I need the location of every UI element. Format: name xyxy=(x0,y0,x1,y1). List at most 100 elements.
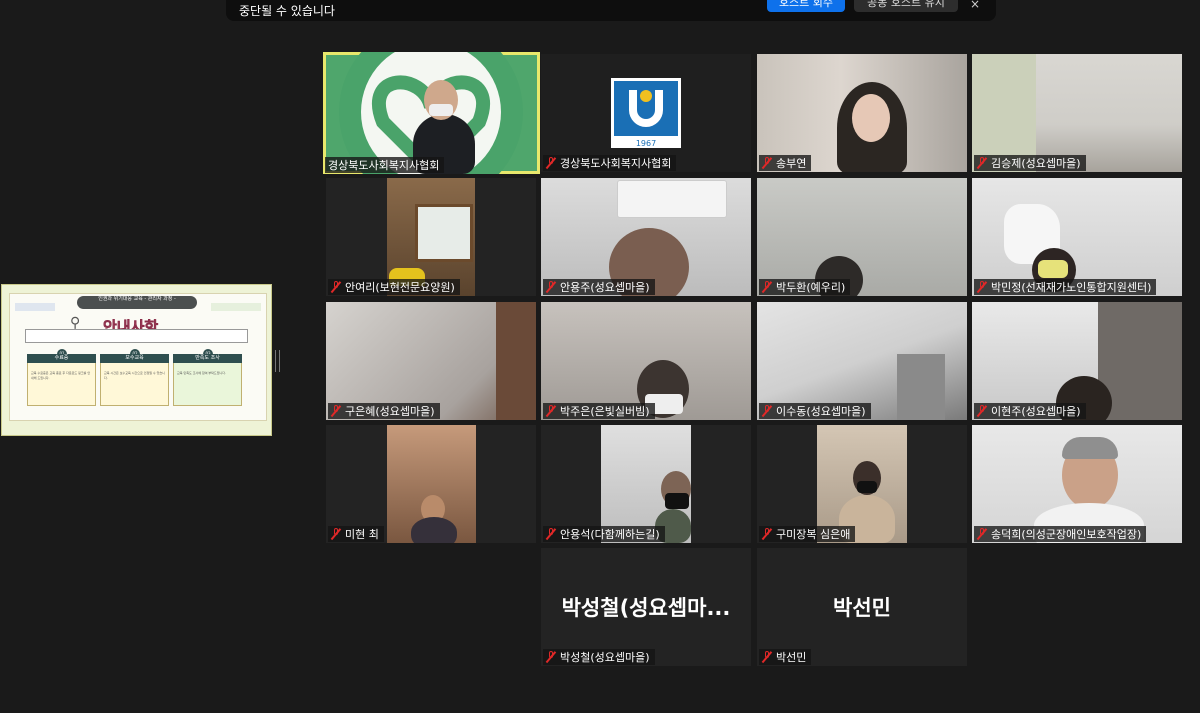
video-tile[interactable]: 송부연 xyxy=(757,54,967,172)
participant-name-label: 김승제(성요셉마을) xyxy=(974,155,1086,171)
video-tile[interactable]: 1967 경상북도사회복지사협회 xyxy=(541,54,751,172)
participant-name: 김승제(성요셉마을) xyxy=(991,157,1081,170)
muted-mic-icon xyxy=(762,405,772,417)
slide-header: 인권과 위기대응 교육 - 관리자 과정 - xyxy=(77,296,197,309)
participant-name-label: 구미장복 심은애 xyxy=(759,526,856,542)
notification-bar: 중단될 수 있습니다 호스트 회수 공동 호스트 유지 × xyxy=(226,0,996,21)
participant-name: 구미장복 심은애 xyxy=(776,528,851,541)
participant-name-label: 안용주(성요셉마을) xyxy=(543,279,655,295)
participant-display-name: 박선민 xyxy=(833,596,891,620)
resize-handle[interactable] xyxy=(275,350,280,372)
slide-banner xyxy=(25,329,248,343)
face-mask xyxy=(429,104,453,116)
participant-name: 구은혜(성요셉마을) xyxy=(345,405,435,418)
door-frame xyxy=(496,302,536,420)
muted-mic-icon xyxy=(762,157,772,169)
info-card-body: 교육 만족도 조사에 참여 부탁드립니다. xyxy=(177,371,226,375)
video-tile[interactable]: 김승제(성요셉마을) xyxy=(972,54,1182,172)
participant-hair xyxy=(1062,437,1118,459)
participant-name: 이수동(성요셉마을) xyxy=(776,405,866,418)
participant-name: 박주은(은빛실버빔) xyxy=(560,405,650,418)
participant-name: 박성철(성요셉마을) xyxy=(560,651,650,664)
video-tile[interactable]: 이수동(성요셉마을) xyxy=(757,302,967,420)
gyeongbuk-logo xyxy=(15,303,55,311)
muted-mic-icon xyxy=(977,528,987,540)
association-logo xyxy=(211,303,261,311)
participant-name: 경상북도사회복지사협회 xyxy=(560,157,672,170)
participant-name-label: 안용석(다함께하는길) xyxy=(543,526,665,542)
participant-display-name: 박성철(성요셉마... xyxy=(561,596,731,620)
association-emblem-icon: 1967 xyxy=(611,78,681,148)
info-card: 만족도 조사 교육 만족도 조사에 참여 부탁드립니다. xyxy=(173,354,242,406)
muted-mic-icon xyxy=(762,281,772,293)
emblem-year: 1967 xyxy=(636,139,656,148)
cabinet xyxy=(897,354,945,420)
participant-name: 미현 최 xyxy=(345,528,379,541)
info-card-title: 만족도 조사 xyxy=(173,354,242,363)
muted-mic-icon xyxy=(977,281,987,293)
participant-name-label: 박민정(선재재가노인통합지원센터) xyxy=(974,279,1157,295)
participant-name: 경상북도사회복지사협회 xyxy=(328,159,440,172)
video-tile[interactable]: 송덕희(의성군장애인보호작업장) xyxy=(972,425,1182,543)
participant-name: 송덕희(의성군장애인보호작업장) xyxy=(991,528,1142,541)
muted-mic-icon xyxy=(331,528,341,540)
participant-name: 박두환(예우리) xyxy=(776,281,846,294)
muted-mic-icon xyxy=(546,651,556,663)
participant-name: 이현주(성요셉마을) xyxy=(991,405,1081,418)
muted-mic-icon xyxy=(977,405,987,417)
muted-mic-icon xyxy=(546,157,556,169)
participant-name-label: 이수동(성요셉마을) xyxy=(759,403,871,419)
participant-name-label: 송덕희(의성군장애인보호작업장) xyxy=(974,526,1147,542)
close-icon[interactable]: × xyxy=(970,0,980,11)
participant-name-label: 미현 최 xyxy=(328,526,384,542)
video-tile[interactable]: 박두환(예우리) xyxy=(757,178,967,296)
video-tile[interactable]: 구미장복 심은애 xyxy=(757,425,967,543)
video-tile[interactable]: 박민정(선재재가노인통합지원센터) xyxy=(972,178,1182,296)
info-card-body: 교육 시간은 보수교육 시간으로 인정될 수 있습니다. xyxy=(104,371,165,380)
participant-name-label: 박성철(성요셉마을) xyxy=(543,649,655,665)
participant-name: 안용주(성요셉마을) xyxy=(560,281,650,294)
video-tile[interactable]: 안용석(다함께하는길) xyxy=(541,425,751,543)
air-conditioner xyxy=(617,180,727,218)
video-tile[interactable]: 구은혜(성요셉마을) xyxy=(326,302,536,420)
info-card: 보수교육 교육 시간은 보수교육 시간으로 인정될 수 있습니다. xyxy=(100,354,169,406)
info-card-title: 수료증 xyxy=(27,354,96,363)
participant-name-label: 박주은(은빛실버빔) xyxy=(543,403,655,419)
participant-name: 안용석(다함께하는길) xyxy=(560,528,660,541)
shared-screen-thumbnail[interactable]: 인권과 위기대응 교육 - 관리자 과정 - ⚲ 안내사항 01 02 03 수… xyxy=(1,284,272,436)
video-tile[interactable]: 안용주(성요셉마을) xyxy=(541,178,751,296)
participant-name-label: 박두환(예우리) xyxy=(759,279,851,295)
info-card-body: 교육 수료증은 교육 종료 후 다운로드 링크를 안내해 드립니다. xyxy=(31,371,91,380)
info-card-title: 보수교육 xyxy=(100,354,169,363)
info-card: 수료증 교육 수료증은 교육 종료 후 다운로드 링크를 안내해 드립니다. xyxy=(27,354,96,406)
notification-message: 중단될 수 있습니다 xyxy=(239,4,335,18)
video-tile[interactable]: 경상북도사회복지사협회 xyxy=(323,52,540,174)
muted-mic-icon xyxy=(546,405,556,417)
participant-name-label: 안여리(보현전문요양원) xyxy=(328,279,460,295)
video-tile[interactable]: 미현 최 xyxy=(326,425,536,543)
video-tile[interactable]: 이현주(성요셉마을) xyxy=(972,302,1182,420)
participant-name-label: 이현주(성요셉마을) xyxy=(974,403,1086,419)
keep-cohost-button[interactable]: 공동 호스트 유지 xyxy=(854,0,958,12)
face-mask xyxy=(1038,260,1068,278)
video-tile[interactable]: 박주은(은빛실버빔) xyxy=(541,302,751,420)
participant-name-label: 박선민 xyxy=(759,649,812,665)
muted-mic-icon xyxy=(546,528,556,540)
participant-name-label: 경상북도사회복지사협회 xyxy=(325,157,445,173)
participant-name-label: 구은혜(성요셉마을) xyxy=(328,403,440,419)
reclaim-host-button[interactable]: 호스트 회수 xyxy=(767,0,845,12)
participant-name: 송부연 xyxy=(776,157,807,170)
participant-name-label: 송부연 xyxy=(759,155,812,171)
participant-name: 박민정(선재재가노인통합지원센터) xyxy=(991,281,1152,294)
video-tile[interactable]: 안여리(보현전문요양원) xyxy=(326,178,536,296)
video-feed xyxy=(387,425,476,543)
participant-face xyxy=(852,94,890,142)
muted-mic-icon xyxy=(762,528,772,540)
video-tile[interactable]: 박성철(성요셉마... 박성철(성요셉마을) xyxy=(541,548,751,666)
video-tile[interactable]: 박선민 박선민 xyxy=(757,548,967,666)
participant-name: 안여리(보현전문요양원) xyxy=(345,281,455,294)
participant-name: 박선민 xyxy=(776,651,807,664)
muted-mic-icon xyxy=(977,157,987,169)
muted-mic-icon xyxy=(762,651,772,663)
muted-mic-icon xyxy=(331,405,341,417)
